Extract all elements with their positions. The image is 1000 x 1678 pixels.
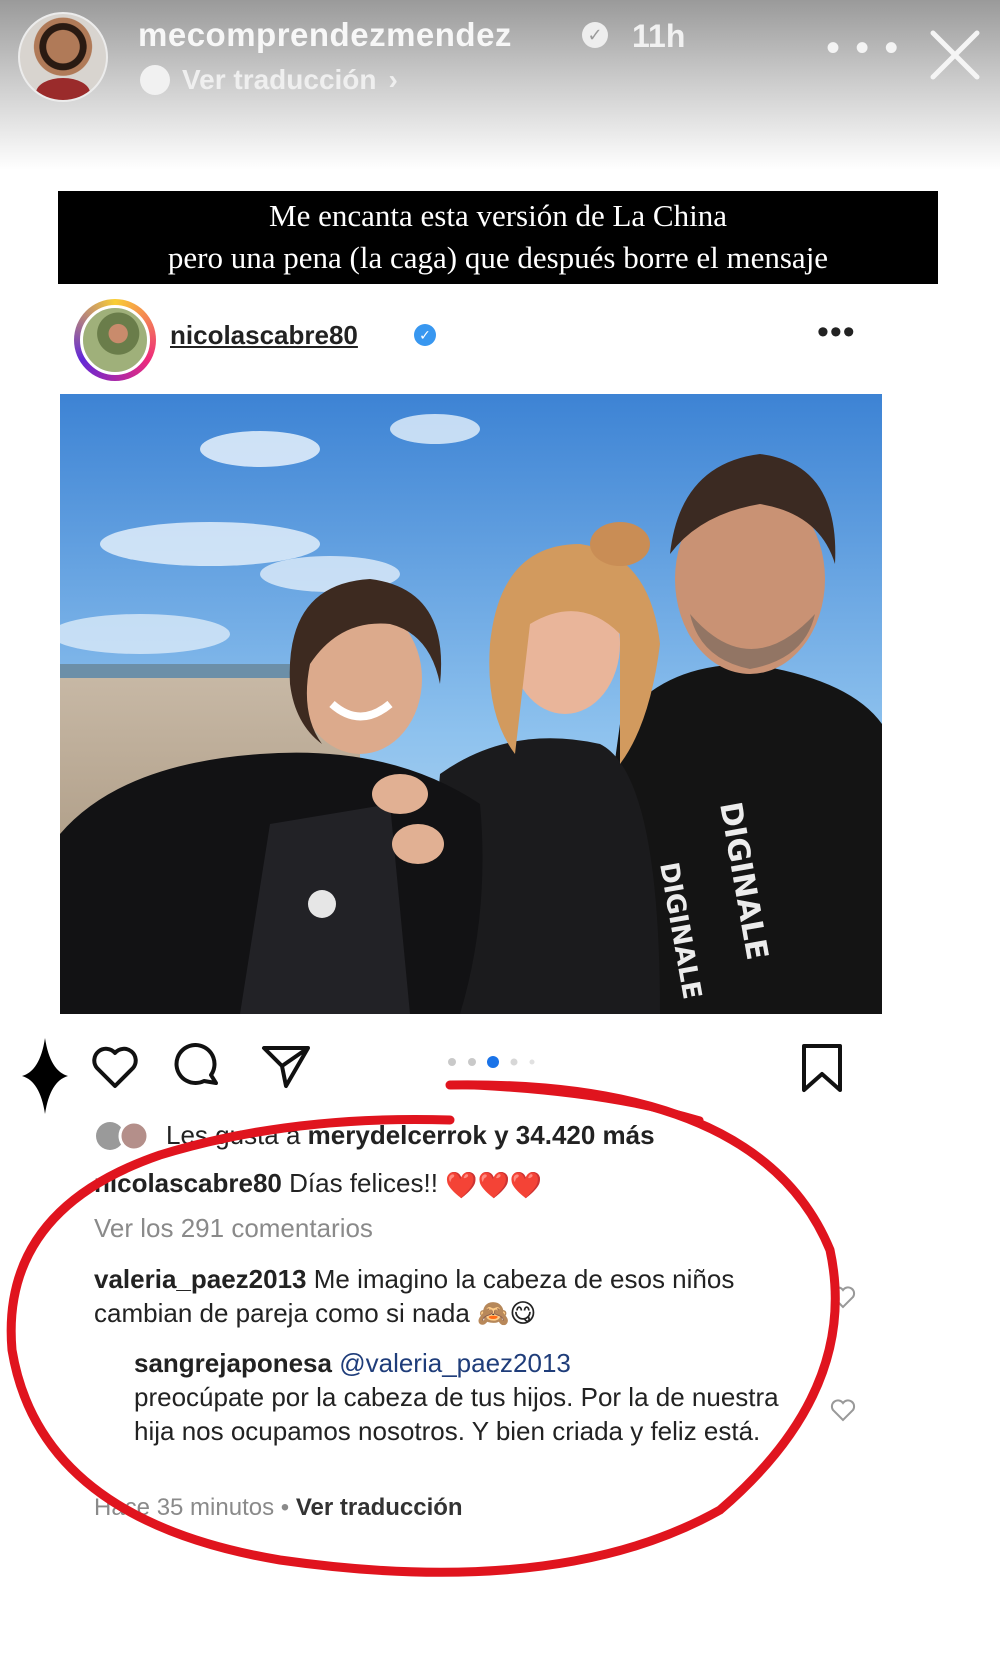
heart-icon[interactable] [90, 1042, 140, 1090]
reply-meta: Hace 35 minutos • Ver traducción [94, 1494, 463, 1522]
comment: valeria_paez2013 Me imagino la cabeza de… [94, 1262, 814, 1330]
story-time: 11h [632, 18, 686, 54]
story-translate-link[interactable]: Ver traducción › [140, 62, 398, 98]
likes-summary[interactable]: Les gusta a merydelcerrok y 34.420 más [166, 1120, 655, 1151]
post-verified-icon: ✓ [414, 324, 436, 346]
story-username[interactable]: mecomprendezmendez [138, 16, 512, 54]
share-icon[interactable] [260, 1042, 312, 1090]
post-photo: DIGINALE DIGINALE [60, 394, 882, 1014]
translate-icon [140, 65, 170, 95]
post-caption: nicolascabre80 Días felices!! ❤️❤️❤️ [94, 1168, 542, 1201]
comment-like-icon[interactable] [830, 1285, 856, 1309]
bookmark-icon[interactable] [800, 1042, 844, 1094]
sparkle-icon [22, 1038, 68, 1114]
likes-prefix: Les gusta a [166, 1120, 308, 1150]
story-text-overlay: Me encanta esta versión de La China pero… [58, 191, 938, 284]
overlay-line-1: Me encanta esta versión de La China [269, 198, 727, 233]
overlay-line-2: pero una pena (la caga) que después borr… [167, 240, 829, 275]
comment-icon[interactable] [174, 1043, 222, 1091]
post-more-icon[interactable]: ••• [817, 315, 856, 349]
post-avatar[interactable] [80, 305, 150, 375]
meta-separator: • [274, 1494, 296, 1521]
story-avatar[interactable] [18, 12, 108, 102]
likes-avatars [96, 1120, 150, 1152]
story-more-icon[interactable]: • • • [826, 28, 900, 68]
post-username[interactable]: nicolascabre80 [170, 320, 358, 351]
chevron-right-icon: › [388, 64, 398, 95]
reply-username[interactable]: sangrejaponesa [134, 1348, 332, 1378]
reply-time: Hace 35 minutos [94, 1494, 275, 1521]
translate-label: Ver traducción [182, 64, 377, 95]
comment-username[interactable]: valeria_paez2013 [94, 1264, 307, 1294]
reply-translate-link[interactable]: Ver traducción [296, 1494, 463, 1521]
likes-suffix: y 34.420 más [486, 1120, 655, 1150]
reply-comment: sangrejaponesa @valeria_paez2013 preocúp… [134, 1346, 794, 1448]
reply-mention[interactable]: @valeria_paez2013 [339, 1348, 571, 1378]
reply-like-icon[interactable] [830, 1398, 856, 1422]
close-icon[interactable] [925, 25, 985, 85]
reply-text: preocúpate por la cabeza de tus hijos. P… [134, 1382, 779, 1446]
likes-user[interactable]: merydelcerrok [308, 1120, 487, 1150]
caption-username[interactable]: nicolascabre80 [94, 1168, 282, 1198]
view-comments-link[interactable]: Ver los 291 comentarios [94, 1213, 373, 1244]
carousel-indicator [448, 1056, 535, 1068]
caption-text: Días felices!! [281, 1168, 446, 1198]
verified-icon: ✓ [582, 22, 608, 48]
caption-hearts: ❤️❤️❤️ [445, 1169, 543, 1200]
